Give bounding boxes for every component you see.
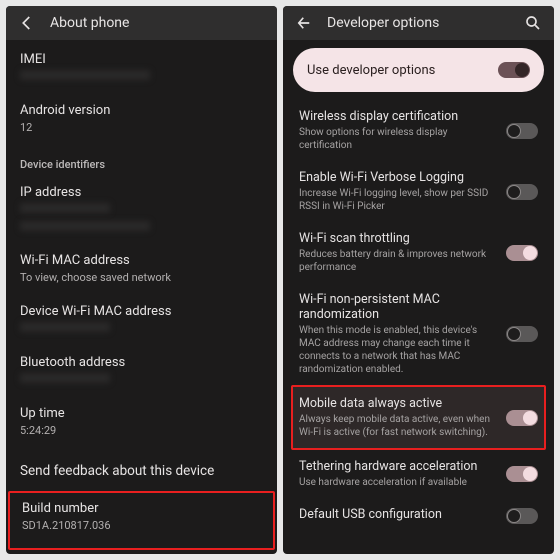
search-icon[interactable] — [524, 14, 542, 32]
page-title: About phone — [50, 15, 129, 31]
imei-label: IMEI — [20, 52, 263, 67]
imei-value — [20, 70, 263, 85]
row-label: Enable Wi-Fi Verbose Logging — [299, 170, 496, 185]
imei-row[interactable]: IMEI — [6, 44, 277, 95]
toggle[interactable] — [506, 326, 538, 342]
wifi-mac-randomization-row[interactable]: Wi-Fi non-persistent MAC randomization W… — [293, 283, 544, 385]
back-icon[interactable] — [18, 14, 36, 32]
uptime-label: Up time — [20, 406, 263, 421]
ip-address-value — [20, 203, 263, 236]
developer-options-screen: Developer options Use developer options … — [283, 6, 554, 554]
titlebar-about: About phone — [6, 6, 277, 40]
wifi-verbose-logging-row[interactable]: Enable Wi-Fi Verbose Logging Increase Wi… — [293, 161, 544, 222]
device-wifi-mac-label: Device Wi-Fi MAC address — [20, 304, 263, 319]
send-feedback-row[interactable]: Send feedback about this device — [6, 449, 277, 491]
dev-content: Use developer options Wireless display c… — [283, 40, 554, 533]
wireless-display-cert-row[interactable]: Wireless display certification Show opti… — [293, 100, 544, 161]
row-desc: Increase Wi-Fi logging level, show per S… — [299, 187, 496, 213]
about-phone-screen: About phone IMEI Android version 12 Devi… — [6, 6, 277, 554]
toggle[interactable] — [506, 245, 538, 261]
ip-address-label: IP address — [20, 185, 263, 200]
android-version-label: Android version — [20, 103, 263, 118]
android-version-row[interactable]: Android version 12 — [6, 95, 277, 146]
back-icon[interactable] — [295, 14, 313, 32]
wifi-mac-label: Wi-Fi MAC address — [20, 253, 263, 268]
wifi-mac-row[interactable]: Wi-Fi MAC address To view, choose saved … — [6, 245, 277, 296]
mobile-data-always-active-row[interactable]: Mobile data always active Always keep mo… — [291, 385, 546, 450]
device-wifi-mac-row[interactable]: Device Wi-Fi MAC address — [6, 296, 277, 347]
toggle[interactable] — [506, 466, 538, 482]
row-desc: Show options for wireless display certif… — [299, 126, 496, 152]
use-dev-label: Use developer options — [307, 63, 435, 78]
toggle[interactable] — [506, 410, 538, 426]
row-desc: Use hardware acceleration if available — [299, 476, 496, 489]
bluetooth-label: Bluetooth address — [20, 355, 263, 370]
row-label: Wi-Fi non-persistent MAC randomization — [299, 292, 496, 322]
about-content: IMEI Android version 12 Device identifie… — [6, 40, 277, 554]
uptime-value: 5:24:29 — [20, 424, 263, 439]
build-number-value: SD1A.210817.036 — [22, 519, 261, 534]
bluetooth-value — [20, 373, 263, 388]
send-feedback-label: Send feedback about this device — [20, 463, 214, 479]
ip-address-row[interactable]: IP address — [6, 177, 277, 246]
uptime-row[interactable]: Up time 5:24:29 — [6, 398, 277, 449]
use-dev-toggle[interactable] — [498, 62, 530, 78]
page-title: Developer options — [327, 15, 439, 31]
toggle[interactable] — [506, 508, 538, 524]
row-label: Wireless display certification — [299, 109, 496, 124]
row-desc: When this mode is enabled, this device's… — [299, 324, 496, 376]
default-usb-config-row[interactable]: Default USB configuration — [293, 498, 544, 533]
build-number-row[interactable]: Build number SD1A.210817.036 — [8, 491, 275, 550]
toggle[interactable] — [506, 184, 538, 200]
toggle[interactable] — [506, 123, 538, 139]
wifi-mac-value: To view, choose saved network — [20, 271, 263, 286]
row-label: Wi-Fi scan throttling — [299, 231, 496, 246]
row-desc: Reduces battery drain & improves network… — [299, 248, 496, 274]
build-number-label: Build number — [22, 501, 261, 516]
bluetooth-address-row[interactable]: Bluetooth address — [6, 347, 277, 398]
device-wifi-mac-value — [20, 322, 263, 337]
wifi-scan-throttling-row[interactable]: Wi-Fi scan throttling Reduces battery dr… — [293, 222, 544, 283]
row-label: Tethering hardware acceleration — [299, 459, 496, 474]
device-identifiers-header: Device identifiers — [6, 146, 277, 177]
row-label: Default USB configuration — [299, 507, 496, 522]
titlebar-dev: Developer options — [283, 6, 554, 40]
tethering-hw-accel-row[interactable]: Tethering hardware acceleration Use hard… — [293, 450, 544, 498]
row-label: Mobile data always active — [299, 396, 496, 411]
android-version-value: 12 — [20, 121, 263, 136]
use-developer-options-row[interactable]: Use developer options — [293, 48, 544, 92]
row-desc: Always keep mobile data active, even whe… — [299, 413, 496, 439]
